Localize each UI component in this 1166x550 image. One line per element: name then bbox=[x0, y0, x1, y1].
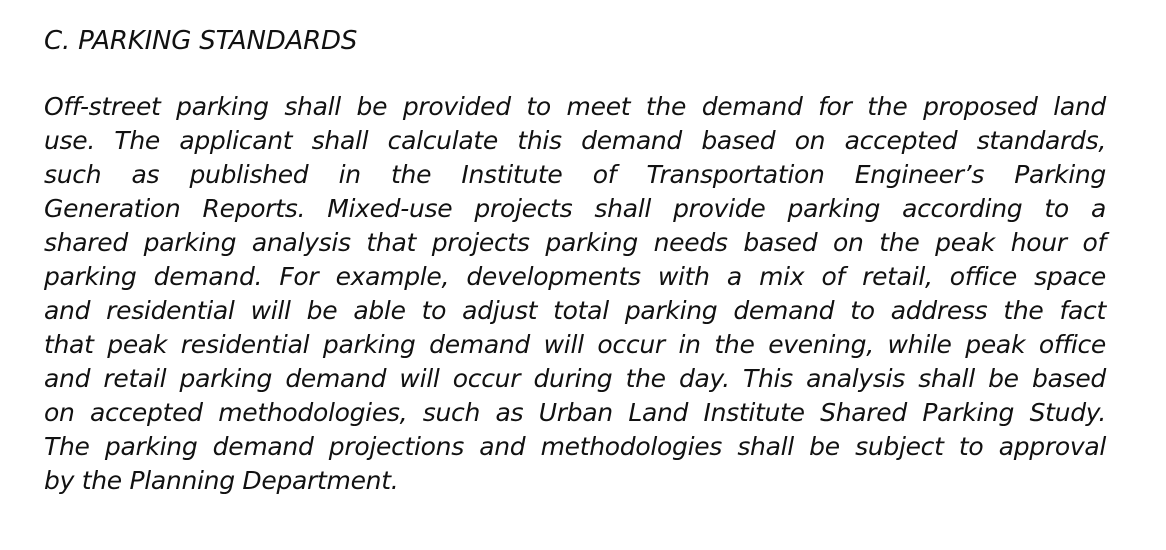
paragraph-line: such as published in the Institute of Tr… bbox=[44, 160, 1106, 189]
document-page: C. PARKING STANDARDS Off-street parking … bbox=[44, 22, 1106, 498]
paragraph-line: by the Planning Department. bbox=[44, 466, 399, 495]
paragraph-line: on accepted methodologies, such as Urban… bbox=[44, 398, 1106, 427]
paragraph-line: The parking demand projections and metho… bbox=[44, 432, 1106, 461]
paragraph-line: Off-street parking shall be provided to … bbox=[44, 92, 1106, 121]
section-heading: C. PARKING STANDARDS bbox=[44, 26, 358, 56]
paragraph-line: Generation Reports. Mixed-use projects s… bbox=[44, 194, 1106, 223]
paragraph-line: shared parking analysis that projects pa… bbox=[44, 228, 1106, 257]
paragraph-line: parking demand. For example, development… bbox=[44, 262, 1106, 291]
paragraph-line: use. The applicant shall calculate this … bbox=[44, 126, 1106, 155]
body-paragraph: Off-street parking shall be provided to … bbox=[44, 90, 1106, 498]
paragraph-line: and retail parking demand will occur dur… bbox=[44, 364, 1106, 393]
paragraph-line: that peak residential parking demand wil… bbox=[44, 330, 1106, 359]
paragraph-line: and residential will be able to adjust t… bbox=[44, 296, 1106, 325]
